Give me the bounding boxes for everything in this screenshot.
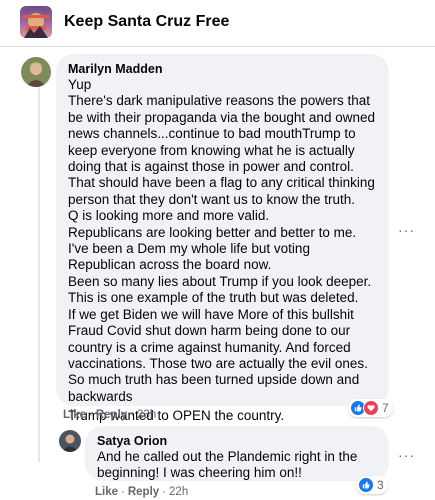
comment-timestamp[interactable]: 23h [137, 409, 156, 421]
reaction-summary[interactable]: 7 [348, 399, 393, 417]
group-header: Keep Santa Cruz Free [0, 0, 435, 47]
avatar-image [59, 430, 81, 452]
thread-line [38, 82, 40, 462]
comment-paragraph: And he called out the Plandemic right in… [97, 449, 358, 481]
reaction-count: 3 [377, 478, 384, 492]
avatar[interactable] [59, 430, 81, 452]
comment-actions: Like · Reply · 23h [63, 409, 156, 421]
separator-dot: · [89, 409, 93, 421]
comment-text: Yup There's dark manipulative reasons th… [68, 77, 377, 425]
comment-bubble: Satya Orion And he called out the Plande… [85, 426, 389, 481]
reply-link[interactable]: Reply [96, 409, 127, 421]
separator-dot: · [162, 486, 167, 498]
love-reaction-icon [363, 400, 379, 416]
comment-paragraph: Been so many lies about Trump if you loo… [68, 273, 372, 306]
comment-actions: Like · Reply · 22h [95, 486, 188, 498]
comment-paragraph: Republicans are looking better and bette… [68, 224, 357, 273]
comment-paragraph: There's dark manipulative reasons the po… [68, 93, 375, 207]
comment-paragraph: Yup [68, 77, 92, 92]
more-options-icon[interactable]: ··· [398, 447, 415, 463]
like-link[interactable]: Like [63, 409, 86, 421]
more-options-icon[interactable]: ··· [398, 222, 415, 238]
like-reaction-icon [358, 477, 374, 493]
group-name[interactable]: Keep Santa Cruz Free [64, 13, 229, 31]
comment-text: And he called out the Plandemic right in… [97, 449, 377, 482]
separator-dot: · [130, 409, 135, 421]
comment-author[interactable]: Marilyn Madden [68, 61, 377, 77]
group-thumbnail-image [23, 13, 49, 38]
comment-timestamp[interactable]: 22h [169, 486, 188, 498]
reaction-summary[interactable]: 3 [356, 476, 388, 494]
reaction-count: 7 [382, 401, 389, 415]
comment-bubble: Marilyn Madden Yup There's dark manipula… [56, 54, 389, 423]
group-thumbnail[interactable] [20, 6, 52, 38]
comment-author[interactable]: Satya Orion [97, 433, 377, 449]
avatar[interactable] [21, 57, 51, 87]
comment-paragraph: Q is looking more and more valid. [68, 208, 270, 224]
avatar-image [21, 57, 51, 87]
comment-paragraph: If we get Biden we will have More of thi… [68, 306, 368, 404]
separator-dot: · [121, 486, 125, 498]
like-link[interactable]: Like [95, 486, 118, 498]
reply-link[interactable]: Reply [128, 486, 159, 498]
